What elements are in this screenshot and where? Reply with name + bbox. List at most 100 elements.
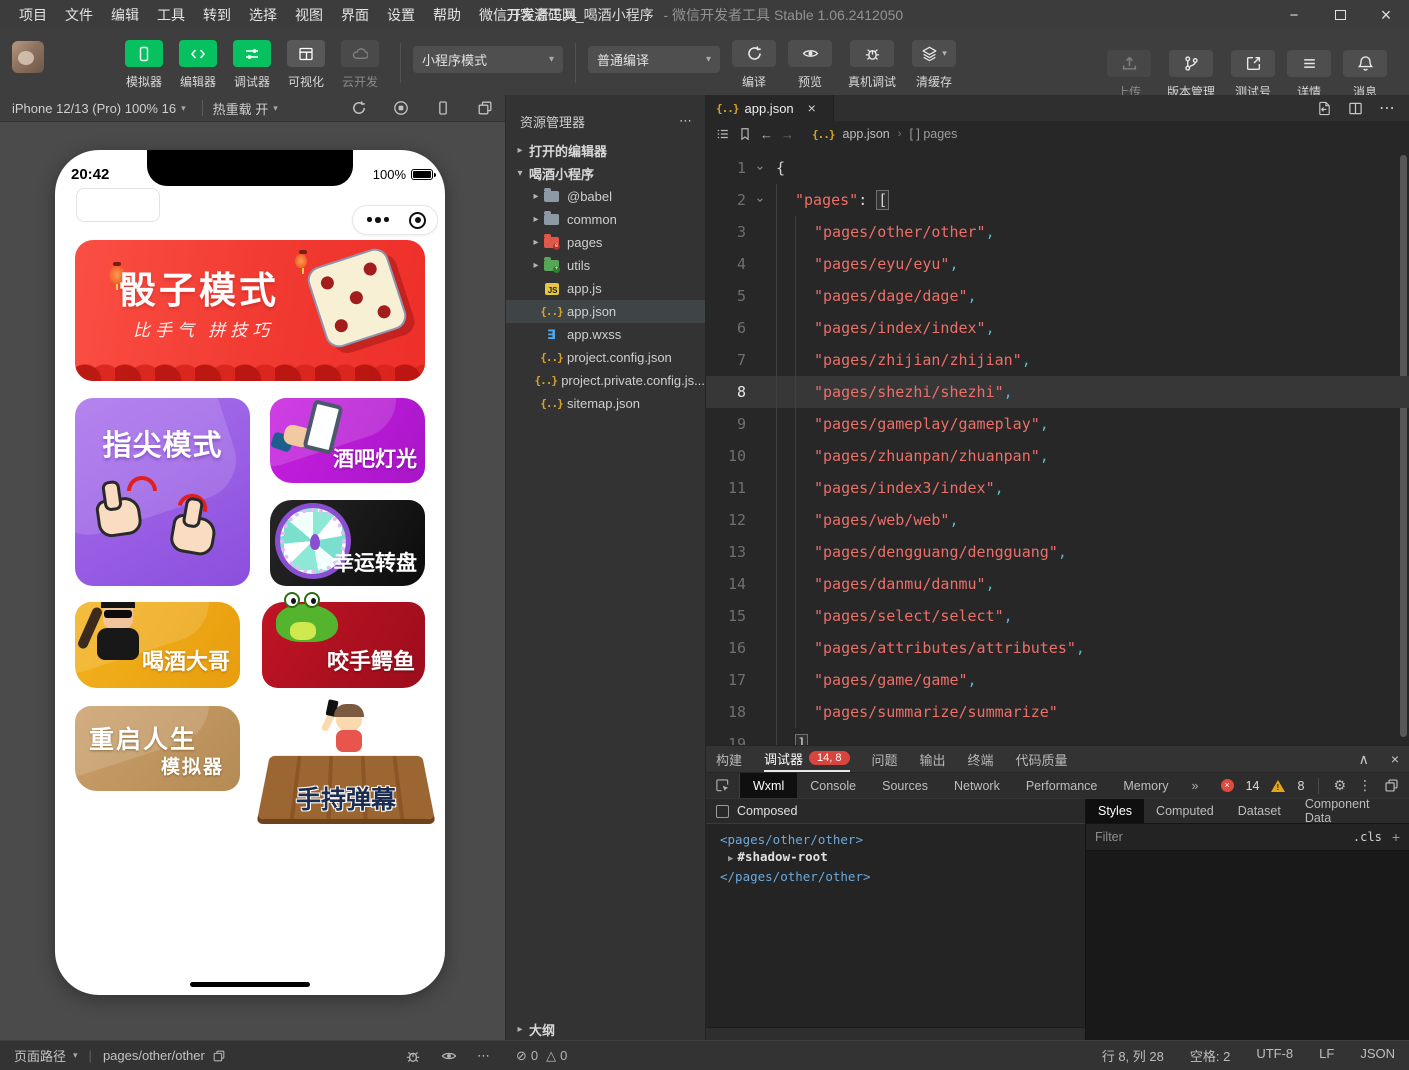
code-line-8[interactable]: 8"pages/shezhi/shezhi", (706, 376, 1409, 408)
status-item[interactable]: LF (1319, 1046, 1334, 1065)
toolbar-version-manage[interactable]: 版本管理 (1159, 50, 1223, 100)
file-item-app.wxss[interactable]: ∃app.wxss (506, 323, 705, 346)
toolbar-remote-debug[interactable]: 真机调试 (840, 40, 904, 90)
file-item-@babel[interactable]: ▸@babel (506, 185, 705, 208)
code-editor[interactable]: 1›{2›"pages": [3"pages/other/other",4"pa… (706, 147, 1409, 745)
menu-item-视图[interactable]: 视图 (286, 0, 332, 30)
page-path-label[interactable]: 页面路径 (14, 1046, 66, 1065)
code-line-4[interactable]: 4"pages/eyu/eyu", (706, 248, 1409, 280)
hot-reload-toggle[interactable]: 热重载 开 (213, 99, 269, 118)
status-item[interactable]: 行 8, 列 28 (1102, 1046, 1164, 1065)
tile-fingertip-mode[interactable]: 指尖模式 (75, 398, 250, 586)
simulator-button[interactable] (125, 40, 163, 67)
toolbar-visualize[interactable]: 可视化 (280, 40, 332, 90)
messages-button[interactable] (1343, 50, 1387, 77)
code-line-2[interactable]: 2›"pages": [ (706, 184, 1409, 216)
refresh-icon[interactable] (351, 100, 367, 116)
toolbar-simulator[interactable]: 模拟器 (118, 40, 170, 90)
code-line-9[interactable]: 9"pages/gameplay/gameplay", (706, 408, 1409, 440)
close-button[interactable]: × (1363, 0, 1409, 30)
file-item-app.json[interactable]: {..}app.json (506, 300, 705, 323)
toolbar-preview[interactable]: 预览 (784, 40, 836, 90)
toolbar-messages[interactable]: 消息 (1339, 50, 1391, 100)
panel-tab-调试器[interactable]: 调试器14, 8 (764, 746, 849, 772)
code-line-1[interactable]: 1›{ (706, 152, 1409, 184)
file-item-app.js[interactable]: JSapp.js (506, 277, 705, 300)
code-line-3[interactable]: 3"pages/other/other", (706, 216, 1409, 248)
code-line-18[interactable]: 18"pages/summarize/summarize" (706, 696, 1409, 728)
devtool-tab-Memory[interactable]: Memory (1110, 773, 1181, 798)
kebab-menu-icon[interactable]: ⋮ (1358, 777, 1372, 794)
code-line-14[interactable]: 14"pages/danmu/danmu", (706, 568, 1409, 600)
fold-icon[interactable]: › (750, 152, 768, 184)
code-line-6[interactable]: 6"pages/index/index", (706, 312, 1409, 344)
version-manage-button[interactable] (1169, 50, 1213, 77)
composed-checkbox[interactable] (716, 805, 729, 818)
minimize-button[interactable]: − (1271, 0, 1317, 30)
menu-item-文件[interactable]: 文件 (56, 0, 102, 30)
file-item-sitemap.json[interactable]: {..}sitemap.json (506, 392, 705, 415)
outline-list-icon[interactable] (716, 127, 730, 141)
menu-item-选择[interactable]: 选择 (240, 0, 286, 30)
debugger-button[interactable] (233, 40, 271, 67)
code-line-19[interactable]: 19], (706, 728, 1409, 745)
copy-icon[interactable] (212, 1049, 226, 1063)
upload-button[interactable] (1107, 50, 1151, 77)
split-editor-icon[interactable] (1348, 101, 1363, 116)
devtool-tab-Wxml[interactable]: Wxml (740, 773, 797, 798)
inspect-element-button[interactable] (706, 773, 740, 798)
file-item-project.config.json[interactable]: {..}project.config.json (506, 346, 705, 369)
exit-circle-icon[interactable] (409, 212, 426, 229)
devtool-tab-Performance[interactable]: Performance (1013, 773, 1111, 798)
devtool-tab-Sources[interactable]: Sources (869, 773, 941, 798)
menu-item-项目[interactable]: 项目 (10, 0, 56, 30)
bookmark-icon[interactable] (738, 127, 752, 141)
toolbar-editor[interactable]: 编辑器 (172, 40, 224, 90)
devtool-tab-Network[interactable]: Network (941, 773, 1013, 798)
vconsole-bug-icon[interactable] (405, 1048, 421, 1064)
styles-tab-dataset[interactable]: Dataset (1226, 799, 1293, 823)
file-item-pages[interactable]: ▸epages (506, 231, 705, 254)
test-account-button[interactable] (1231, 50, 1275, 77)
more-dots-icon[interactable]: ⋯ (477, 1048, 490, 1064)
close-panel-icon[interactable]: × (1391, 751, 1399, 768)
problems-summary[interactable]: ⊘ 0 △ 0 (516, 1048, 567, 1064)
styles-tab-component-data[interactable]: Component Data (1293, 799, 1409, 823)
cloud-dev-button[interactable] (341, 40, 379, 67)
editor-button[interactable] (179, 40, 217, 67)
file-item-utils[interactable]: ▸+utils (506, 254, 705, 277)
code-line-13[interactable]: 13"pages/dengguang/dengguang", (706, 536, 1409, 568)
add-rule-button[interactable]: + (1392, 829, 1400, 845)
menu-item-设置[interactable]: 设置 (378, 0, 424, 30)
miniprogram-capsule[interactable] (352, 205, 438, 235)
tile-restart-life-simulator[interactable]: 重启人生 模拟器 (75, 706, 240, 791)
panel-tab-终端[interactable]: 终端 (968, 746, 994, 772)
preview-button[interactable] (788, 40, 832, 67)
menu-item-帮助[interactable]: 帮助 (424, 0, 470, 30)
device-frame-icon[interactable] (435, 100, 451, 116)
status-item[interactable]: 空格: 2 (1190, 1046, 1230, 1065)
tab-app-json[interactable]: {..} app.json × (706, 95, 834, 121)
status-item[interactable]: JSON (1360, 1046, 1395, 1065)
tile-lucky-wheel[interactable]: 幸运转盘 (270, 500, 425, 586)
panel-tab-输出[interactable]: 输出 (920, 746, 946, 772)
open-editors-section[interactable]: ▸ 打开的编辑器 (506, 139, 705, 162)
more-dots-icon[interactable]: ⋯ (679, 113, 693, 129)
wxml-close-tag[interactable]: </pages/other/other> (720, 868, 1085, 885)
dock-window-icon[interactable] (1384, 778, 1399, 793)
menu-item-工具[interactable]: 工具 (148, 0, 194, 30)
styles-tab-styles[interactable]: Styles (1086, 799, 1144, 823)
tile-drinking-bro[interactable]: 喝酒大哥 (75, 602, 240, 688)
code-line-12[interactable]: 12"pages/web/web", (706, 504, 1409, 536)
file-item-project.private.config.js...[interactable]: {..}project.private.config.js... (506, 369, 705, 392)
code-line-10[interactable]: 10"pages/zhuanpan/zhuanpan", (706, 440, 1409, 472)
styles-tab-computed[interactable]: Computed (1144, 799, 1226, 823)
tile-bar-light[interactable]: 酒吧灯光 (270, 398, 425, 483)
mode-dropdown[interactable]: 小程序模式 ▾ (413, 46, 563, 73)
breadcrumb-node[interactable]: [ ] pages (909, 127, 957, 141)
wxml-shadow-root[interactable]: ▶#shadow-root (720, 848, 1085, 868)
banner-dice-mode[interactable]: 骰子模式 比手气 拼技巧 (75, 240, 425, 381)
code-line-11[interactable]: 11"pages/index3/index", (706, 472, 1409, 504)
toolbar-upload[interactable]: 上传 (1103, 50, 1155, 100)
toolbar-details[interactable]: 详情 (1283, 50, 1335, 100)
